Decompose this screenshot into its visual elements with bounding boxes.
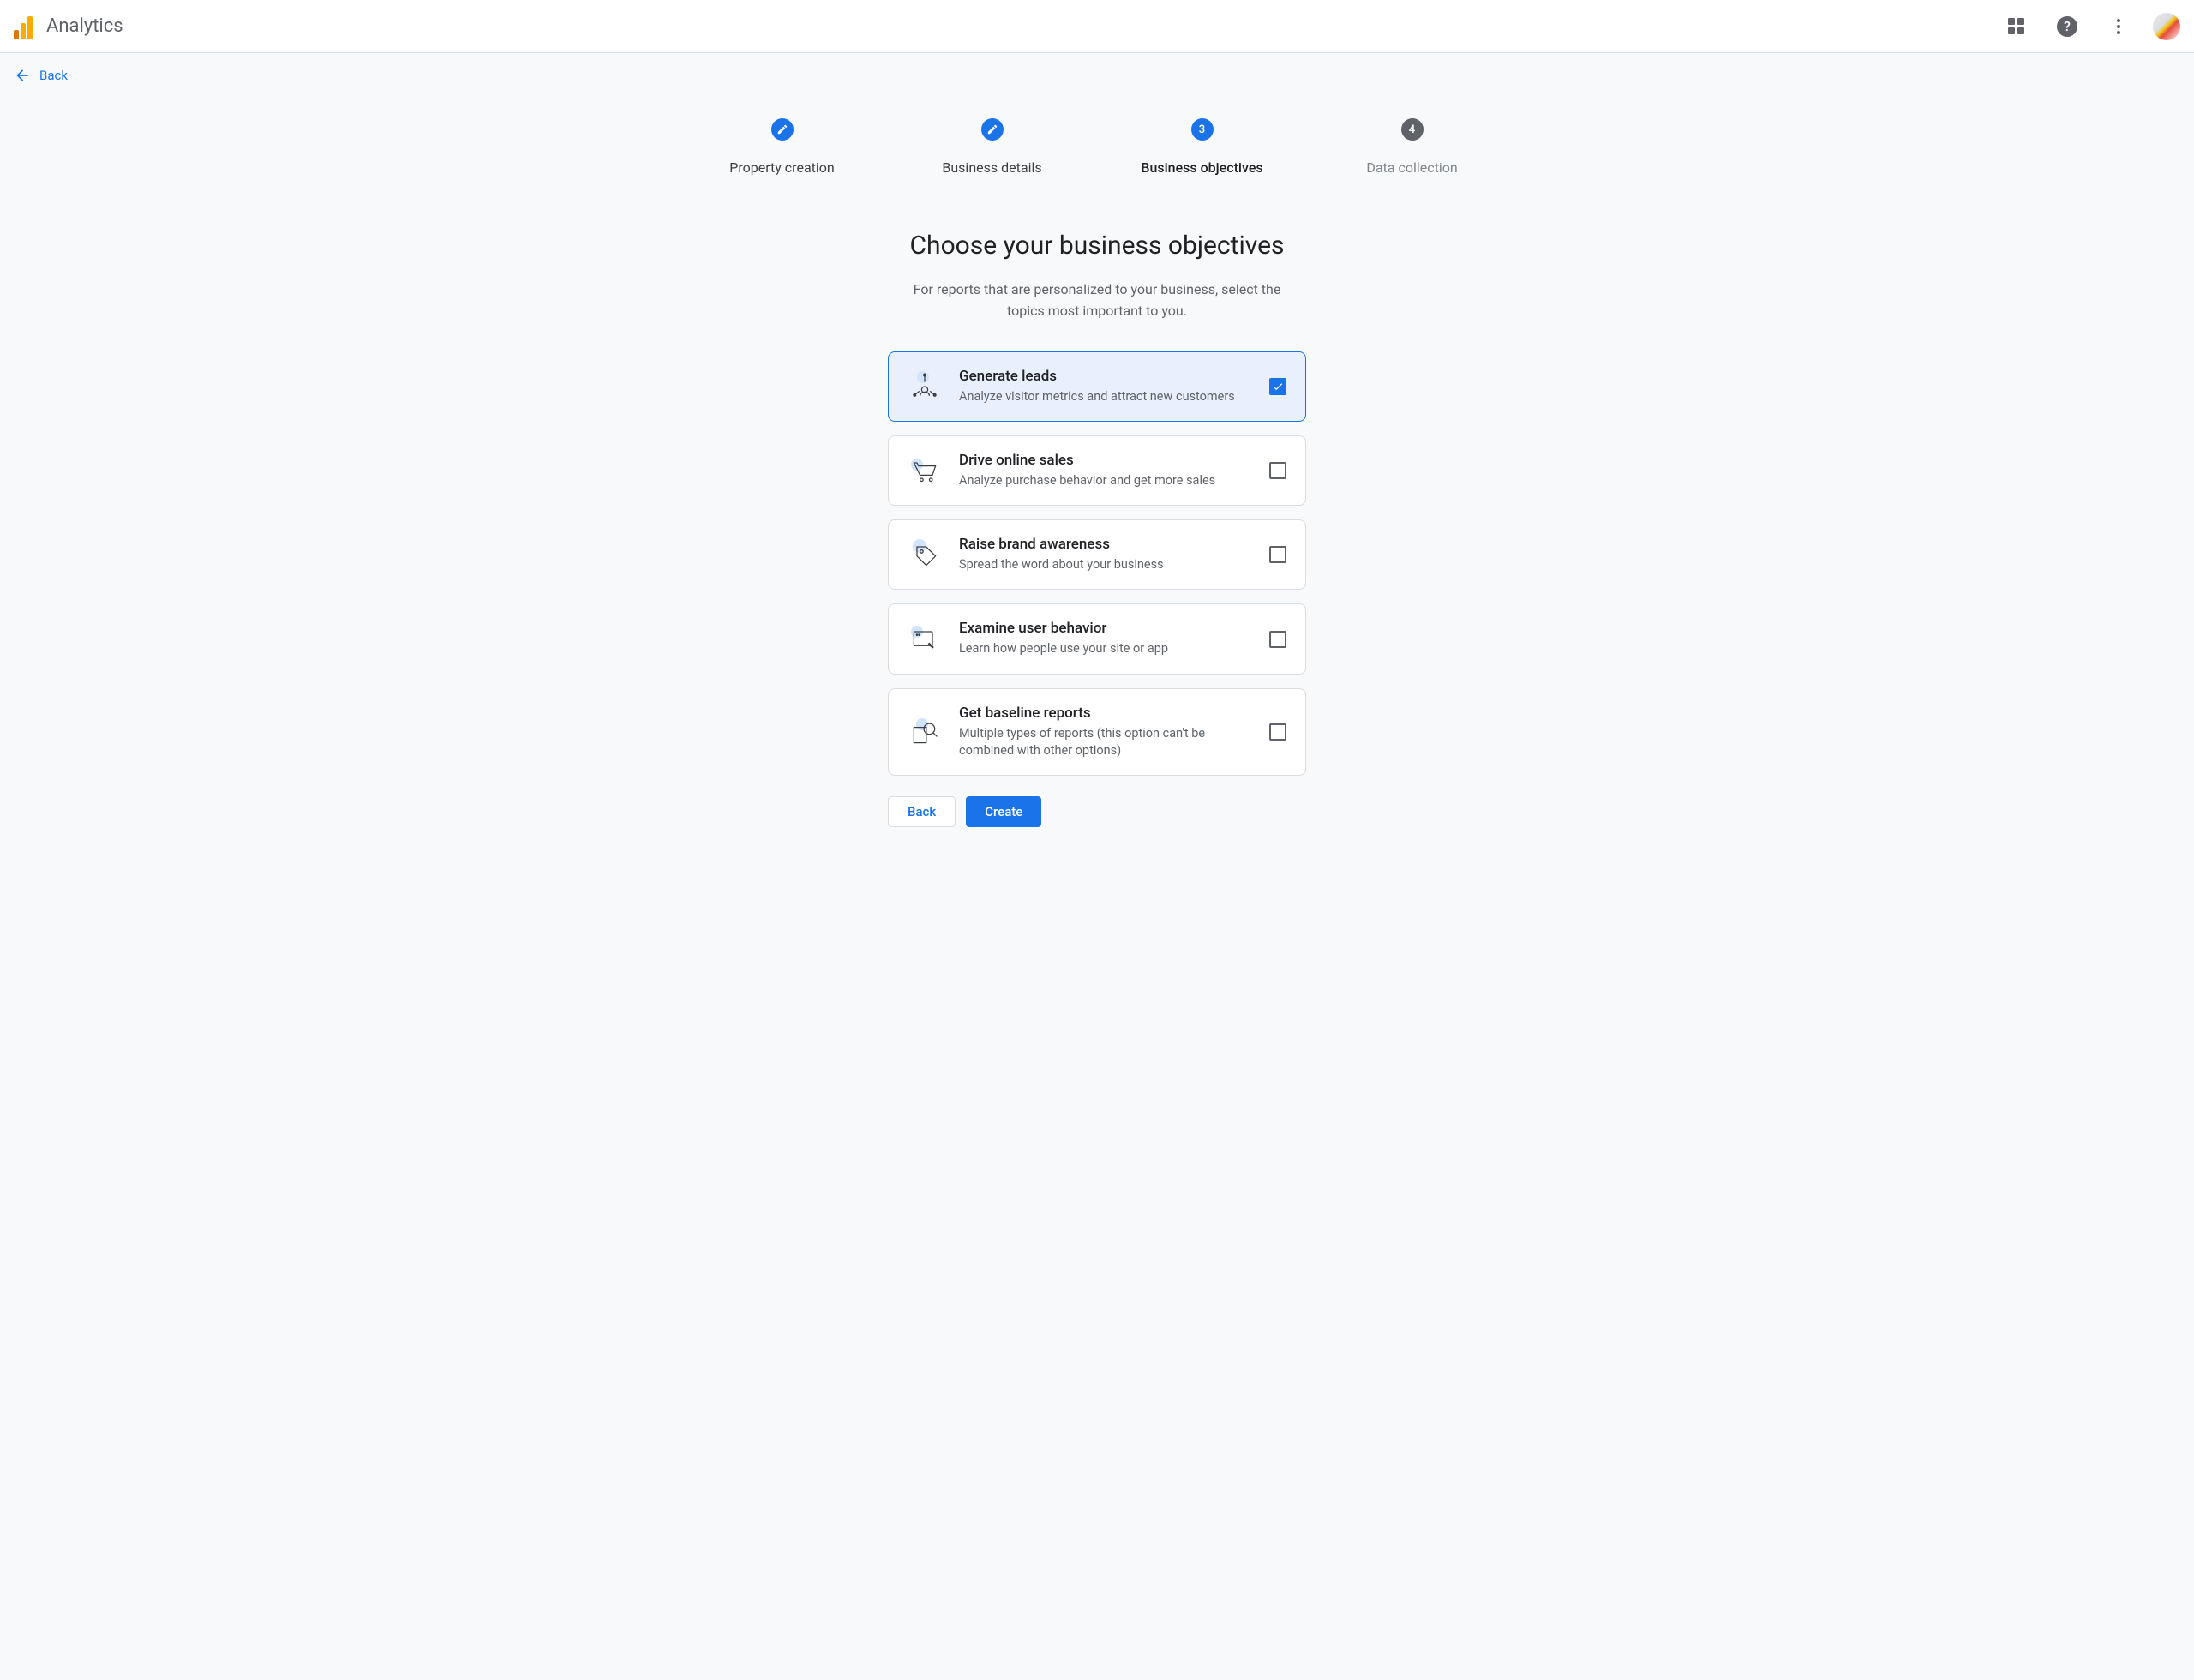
option-desc: Analyze visitor metrics and attract new …: [959, 388, 1252, 405]
arrow-back-icon: [14, 67, 31, 84]
option-title: Get baseline reports: [959, 705, 1252, 722]
header-right: ?: [1999, 9, 2180, 44]
page-title: Choose your business objectives: [626, 231, 1568, 261]
option-title: Examine user behavior: [959, 620, 1252, 637]
back-button[interactable]: Back: [888, 796, 956, 827]
checkbox[interactable]: [1269, 462, 1286, 479]
step-property-creation[interactable]: Property creation: [677, 118, 887, 176]
header-left: Analytics: [14, 15, 123, 39]
option-title: Generate leads: [959, 368, 1252, 385]
checkbox[interactable]: [1269, 723, 1286, 741]
option-generate-leads[interactable]: Generate leads Analyze visitor metrics a…: [888, 351, 1306, 422]
back-link-label: Back: [39, 68, 68, 83]
step-circle-pending: 4: [1401, 118, 1424, 141]
footer-buttons: Back Create: [888, 796, 1306, 827]
cart-icon: [908, 453, 942, 488]
analytics-logo-icon: [14, 15, 34, 39]
step-business-objectives[interactable]: 3 Business objectives: [1097, 118, 1307, 176]
content-area: Property creation Business details 3 Bus…: [0, 96, 2194, 1680]
pencil-icon: [986, 123, 998, 135]
screen-icon: [908, 622, 942, 657]
apps-icon[interactable]: [1999, 9, 2033, 44]
option-title: Raise brand awareness: [959, 536, 1252, 553]
objective-options: Generate leads Analyze visitor metrics a…: [888, 351, 1306, 777]
option-desc: Analyze purchase behavior and get more s…: [959, 472, 1252, 489]
check-icon: [1272, 381, 1284, 393]
option-desc: Learn how people use your site or app: [959, 640, 1252, 657]
step-circle-done: [981, 118, 1004, 141]
option-get-baseline-reports[interactable]: Get baseline reports Multiple types of r…: [888, 688, 1306, 777]
option-desc: Spread the word about your business: [959, 556, 1252, 573]
option-title: Drive online sales: [959, 452, 1252, 469]
more-vert-icon[interactable]: [2101, 9, 2136, 44]
product-name: Analytics: [46, 15, 123, 37]
leads-icon: [908, 369, 942, 404]
app-header: Analytics ?: [0, 0, 2194, 53]
avatar[interactable]: [2153, 13, 2180, 40]
step-label: Data collection: [1366, 159, 1457, 176]
checkbox[interactable]: [1269, 631, 1286, 648]
step-label: Business details: [942, 159, 1041, 176]
checkbox[interactable]: [1269, 546, 1286, 563]
step-circle-active: 3: [1191, 118, 1214, 141]
create-button[interactable]: Create: [966, 796, 1041, 827]
help-icon[interactable]: ?: [2050, 9, 2084, 44]
step-data-collection: 4 Data collection: [1307, 118, 1517, 176]
option-raise-brand-awareness[interactable]: Raise brand awareness Spread the word ab…: [888, 519, 1306, 590]
stepper: Property creation Business details 3 Bus…: [626, 105, 1568, 201]
step-circle-done: [771, 118, 794, 141]
option-drive-online-sales[interactable]: Drive online sales Analyze purchase beha…: [888, 435, 1306, 506]
page-subtitle: For reports that are personalized to you…: [913, 279, 1281, 322]
step-label: Property creation: [729, 159, 834, 176]
step-label: Business objectives: [1141, 159, 1262, 176]
back-bar: Back: [0, 53, 2194, 96]
checkbox[interactable]: [1269, 378, 1286, 395]
tag-icon: [908, 537, 942, 572]
reports-icon: [908, 715, 942, 749]
back-link[interactable]: Back: [10, 63, 71, 87]
step-business-details[interactable]: Business details: [887, 118, 1097, 176]
option-desc: Multiple types of reports (this option c…: [959, 725, 1252, 760]
option-examine-user-behavior[interactable]: Examine user behavior Learn how people u…: [888, 603, 1306, 674]
pencil-icon: [776, 123, 788, 135]
